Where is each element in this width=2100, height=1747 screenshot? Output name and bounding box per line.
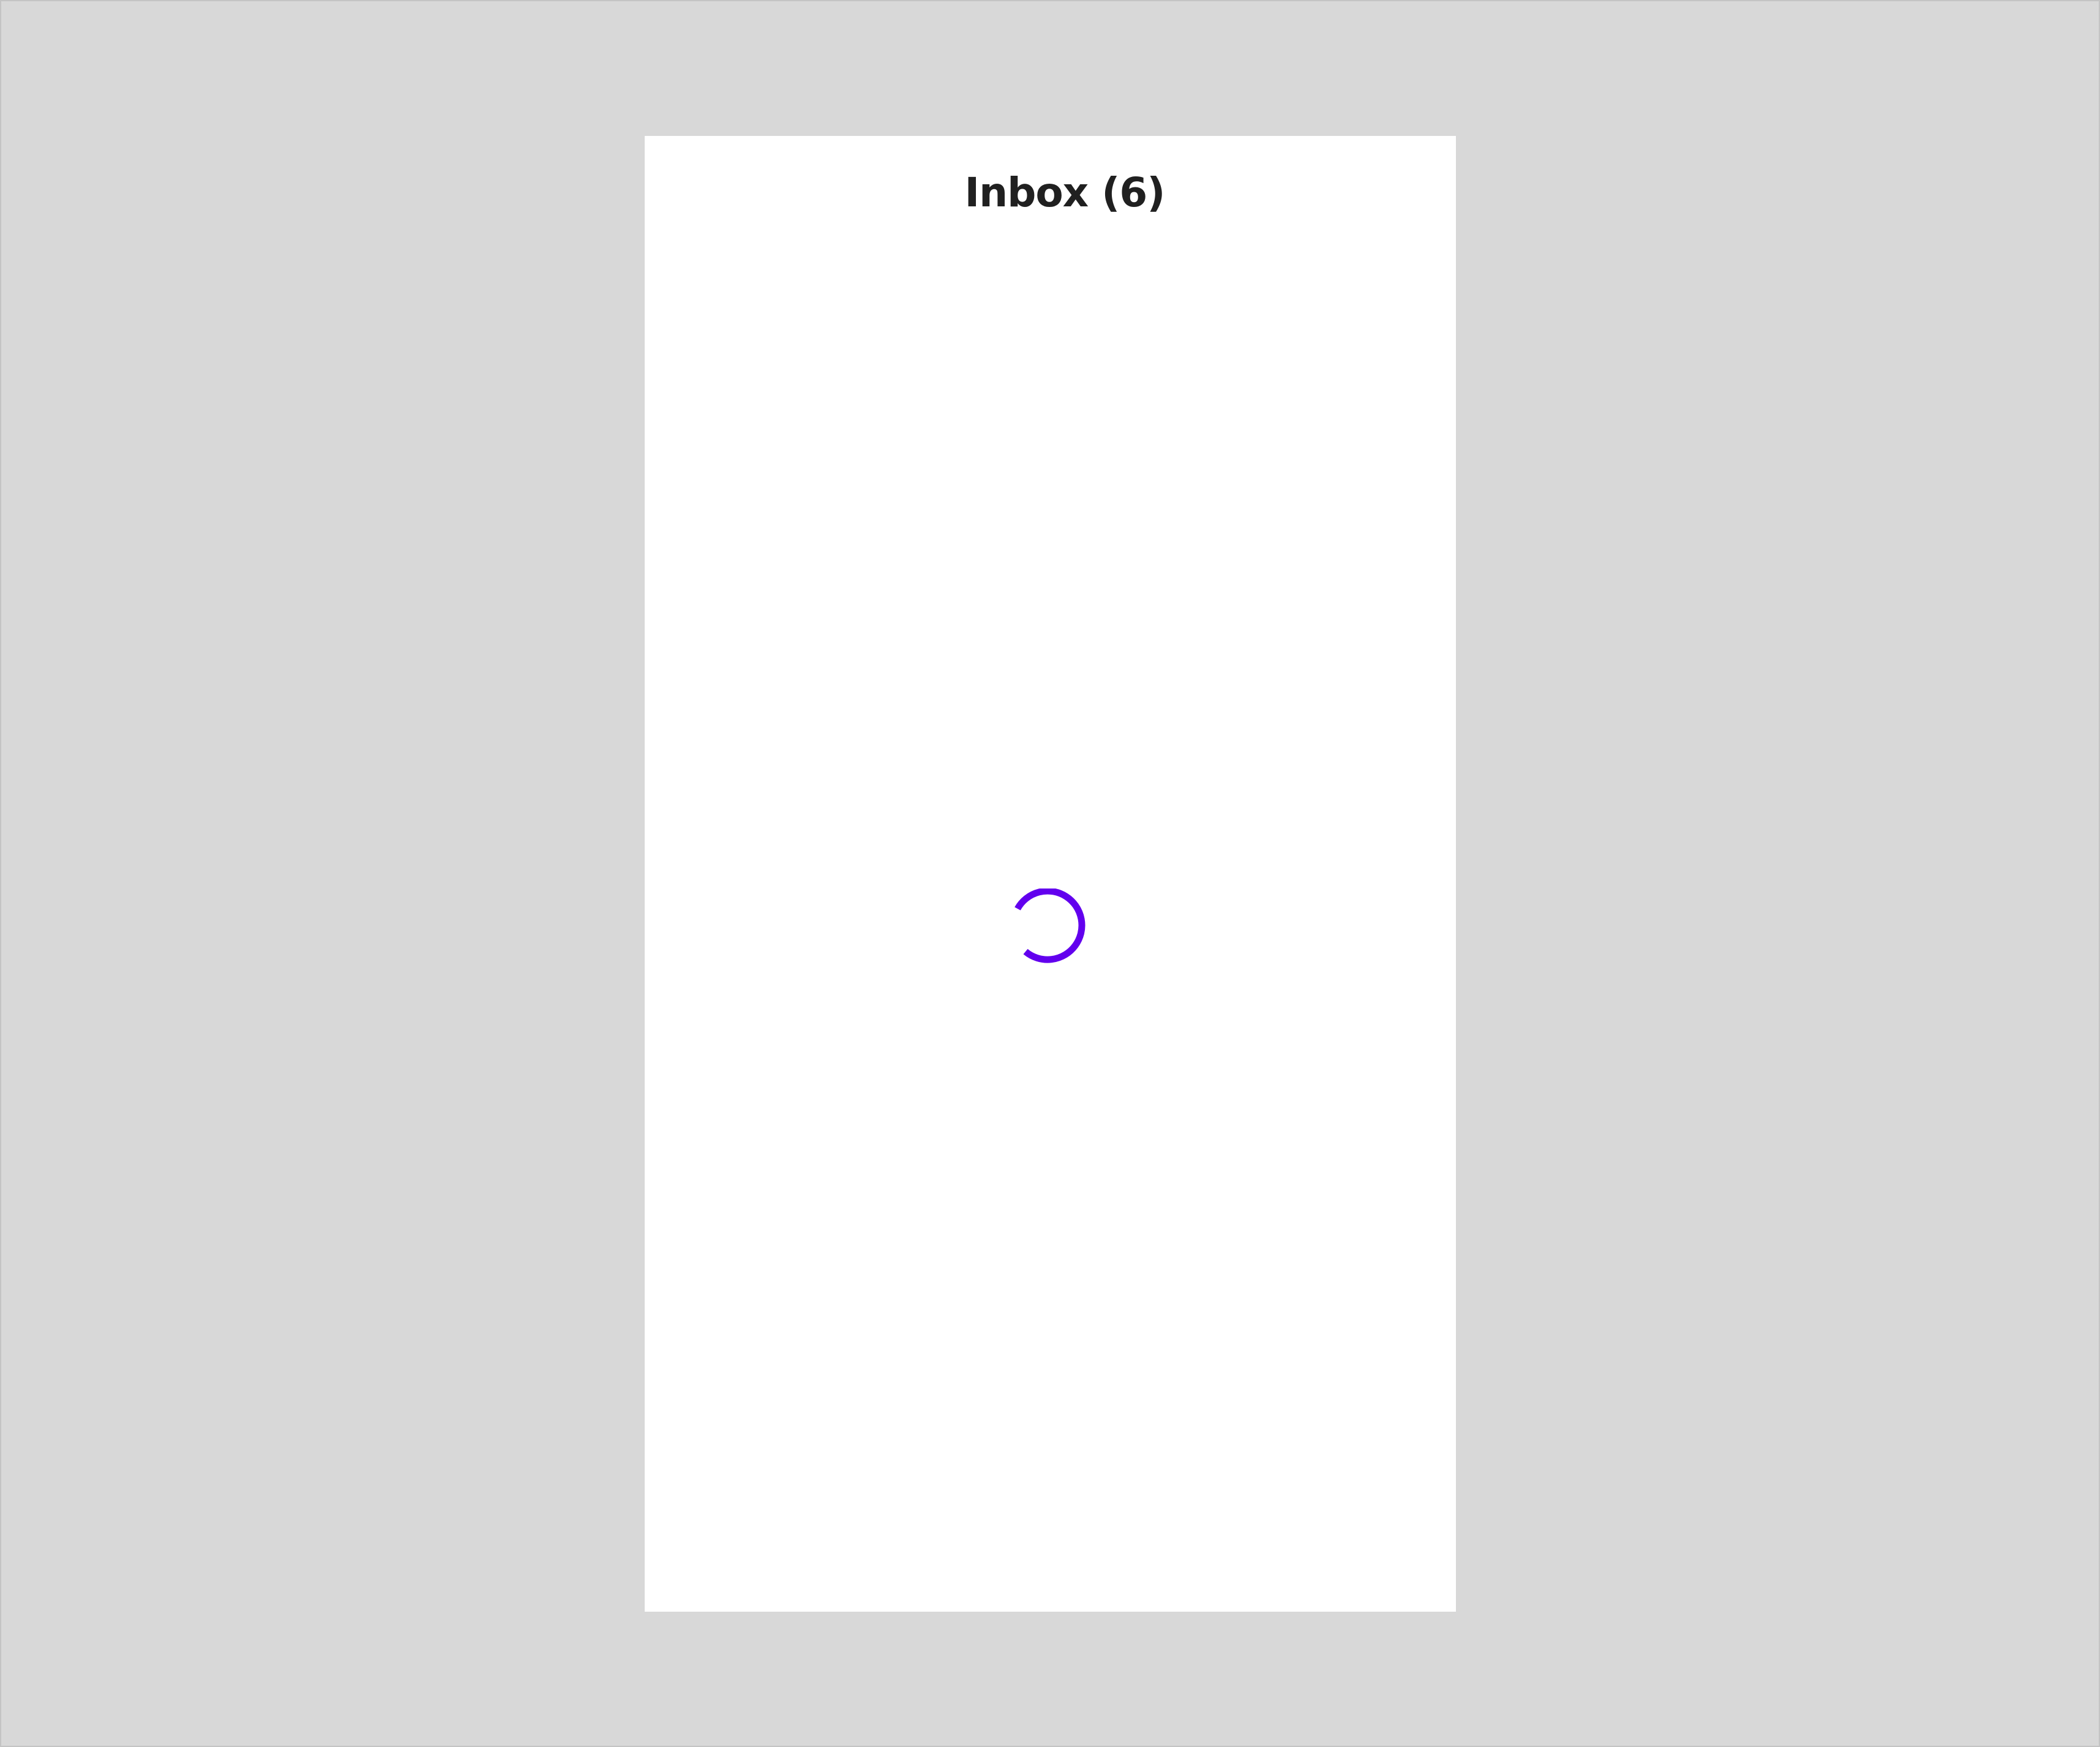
loading-spinner-icon xyxy=(1011,889,1089,966)
page-title: Inbox (6) xyxy=(964,169,1166,216)
inbox-screen: Inbox (6) xyxy=(645,136,1456,1612)
